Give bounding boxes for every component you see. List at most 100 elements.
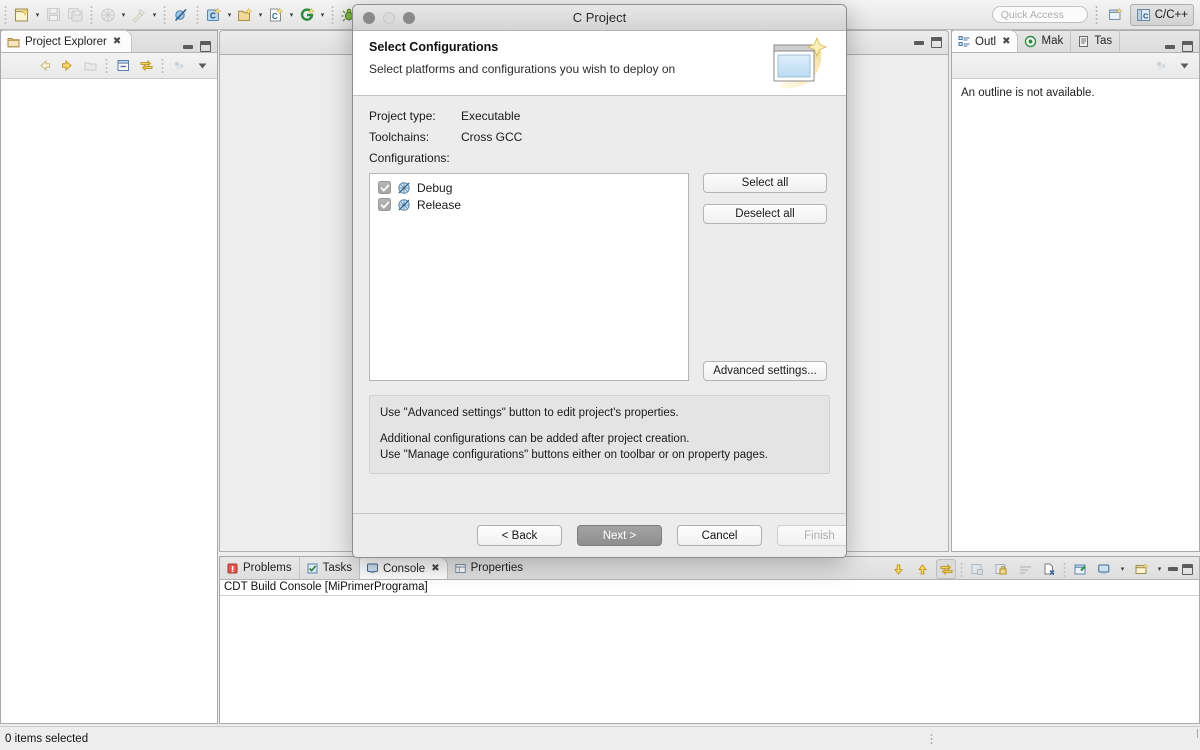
build-all-button[interactable] <box>97 3 119 27</box>
collapse-all-button[interactable] <box>113 56 133 76</box>
close-icon[interactable]: ✖ <box>1002 36 1010 47</box>
display-console-icon <box>1097 564 1109 574</box>
dialog-titlebar[interactable]: C Project <box>353 5 846 31</box>
perspective-c-cpp-button[interactable]: C C/C++ <box>1129 3 1194 26</box>
outline-filter-button[interactable] <box>1151 56 1171 76</box>
display-console-dropdown[interactable] <box>1118 559 1127 579</box>
tab-task-list[interactable]: Tas <box>1071 30 1121 52</box>
skip-breakpoints-button[interactable] <box>170 3 192 27</box>
pin-console-button[interactable] <box>1070 559 1090 579</box>
toolbar-group-new <box>11 2 86 28</box>
up-button[interactable] <box>80 56 100 76</box>
list-item[interactable]: Debug <box>370 179 688 196</box>
outline-menu-button[interactable] <box>1174 56 1194 76</box>
view-filter-button[interactable] <box>169 56 189 76</box>
lock-console-button[interactable] <box>991 559 1011 579</box>
maximize-icon[interactable] <box>1182 41 1193 52</box>
scroll-up-button[interactable] <box>912 559 932 579</box>
new-c-project-dropdown[interactable] <box>225 3 234 27</box>
toolbar-group-build <box>97 2 159 28</box>
wrap-lines-button[interactable] <box>1015 559 1035 579</box>
build-dropdown[interactable] <box>150 3 159 27</box>
project-explorer-window-controls <box>183 41 217 52</box>
cancel-button[interactable]: Cancel <box>677 525 762 546</box>
down-arrow-icon <box>893 564 903 575</box>
config-label: Release <box>417 197 462 212</box>
tab-tasks[interactable]: Tasks <box>300 557 360 579</box>
tab-properties[interactable]: Properties <box>448 557 530 579</box>
new-wizard-dropdown[interactable] <box>33 3 42 27</box>
project-explorer-tree[interactable] <box>1 79 217 722</box>
open-perspective-button[interactable] <box>1105 3 1127 27</box>
tab-outline[interactable]: Outl ✖ <box>952 30 1019 52</box>
scroll-lock-icon <box>940 563 952 575</box>
tab-make-target[interactable]: Mak <box>1018 30 1072 52</box>
config-checkbox-release[interactable] <box>378 198 391 211</box>
configurations-list[interactable]: Debug Release <box>369 173 689 381</box>
new-class-button[interactable] <box>296 3 318 27</box>
remove-console-button[interactable] <box>1039 559 1059 579</box>
forward-arrow-icon <box>61 59 72 72</box>
maximize-icon[interactable] <box>931 37 942 48</box>
tab-project-explorer[interactable]: Project Explorer ✖ <box>1 30 133 52</box>
wizard-banner-icon <box>773 36 828 89</box>
maximize-icon[interactable] <box>200 41 211 52</box>
forward-button[interactable] <box>57 56 77 76</box>
quick-access-input[interactable]: Quick Access <box>991 6 1088 23</box>
tab-console[interactable]: Console ✖ <box>359 557 448 579</box>
back-arrow-icon <box>39 59 50 72</box>
console-view: Problems Tasks Console ✖ Properties ▾ ▾ … <box>219 556 1200 724</box>
scroll-down-button[interactable] <box>888 559 908 579</box>
select-all-button[interactable]: Select all <box>703 173 827 193</box>
config-checkbox-debug[interactable] <box>378 181 391 194</box>
new-c-project-button[interactable]: C <box>203 3 225 27</box>
back-button[interactable] <box>34 56 54 76</box>
build-all-dropdown[interactable] <box>119 3 128 27</box>
new-folder-dropdown[interactable] <box>256 3 265 27</box>
new-folder-button[interactable] <box>234 3 256 27</box>
project-explorer-toolbar <box>1 53 217 79</box>
close-icon[interactable]: ✖ <box>113 36 121 47</box>
open-console-button[interactable] <box>1131 559 1151 579</box>
new-c-file-dropdown[interactable] <box>287 3 296 27</box>
close-icon[interactable]: ✖ <box>431 563 439 574</box>
info-line-1: Use "Advanced settings" button to edit p… <box>380 407 679 419</box>
checkmark-icon <box>380 184 389 192</box>
display-console-button[interactable] <box>1094 559 1114 579</box>
deselect-all-button[interactable]: Deselect all <box>703 204 827 224</box>
toolchains-row: Toolchains: Cross GCC <box>369 130 830 144</box>
outline-icon <box>958 36 970 47</box>
back-button[interactable]: < Back <box>477 525 562 546</box>
build-button[interactable] <box>128 3 150 27</box>
minimize-icon[interactable] <box>1165 44 1175 49</box>
save-button[interactable] <box>42 3 64 27</box>
filter-dots-icon <box>1156 61 1165 70</box>
minimize-icon[interactable] <box>183 44 193 49</box>
advanced-settings-button[interactable]: Advanced settings... <box>703 361 827 381</box>
maximize-icon[interactable] <box>1182 563 1193 575</box>
save-all-button[interactable] <box>64 3 86 27</box>
view-menu-button[interactable] <box>192 56 212 76</box>
scroll-lock-button[interactable] <box>936 559 956 579</box>
chevron-down-icon <box>1180 63 1188 69</box>
status-bar-grip[interactable] <box>930 733 933 746</box>
eclipse-workbench-window: C C <box>0 0 1200 750</box>
open-console-dropdown[interactable] <box>1155 559 1164 579</box>
tab-problems[interactable]: Problems <box>220 557 300 579</box>
toolbar-drag-handle[interactable] <box>4 4 7 25</box>
configurations-row: Debug Release Select all Deselect all Ad… <box>369 173 830 381</box>
minimize-icon[interactable] <box>1168 567 1178 571</box>
status-bar-resize-handle[interactable] <box>1197 729 1198 738</box>
console-output[interactable] <box>220 596 1199 722</box>
clear-console-button[interactable] <box>967 559 987 579</box>
minimize-icon[interactable] <box>914 40 924 45</box>
project-folder-icon <box>7 37 20 47</box>
list-item[interactable]: Release <box>370 196 688 213</box>
new-wizard-button[interactable] <box>11 3 33 27</box>
new-class-dropdown[interactable] <box>318 3 327 27</box>
new-c-file-button[interactable]: C <box>265 3 287 27</box>
next-button[interactable]: Next > <box>577 525 662 546</box>
editor-window-controls <box>914 37 948 48</box>
link-with-editor-button[interactable] <box>136 56 156 76</box>
svg-text:C: C <box>272 12 278 21</box>
